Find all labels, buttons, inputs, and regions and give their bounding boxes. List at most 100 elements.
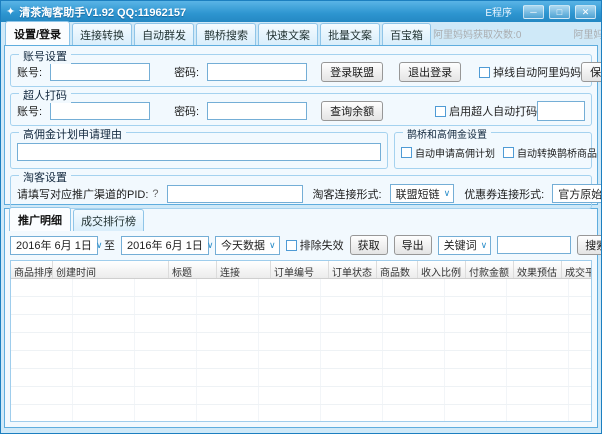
auto-apply-commission-label: 自动申请高佣计划 [415,145,495,160]
promotion-detail-table: 商品排序 创建时间 标题 连接 订单编号 订单状态 商品数 收入比例 付款金额 … [10,260,592,422]
captcha-username-label: 账号: [17,103,42,119]
col-income-ratio[interactable]: 收入比例 [418,261,466,278]
col-order-id[interactable]: 订单编号 [271,261,329,278]
captcha-settings-legend: 超人打码 [19,87,71,103]
col-create-time[interactable]: 创建时间 [53,261,169,278]
auto-convert-bridge-label: 自动转换鹊桥商品 [517,145,597,160]
query-balance-button[interactable]: 查询余额 [321,101,383,121]
col-product-rank[interactable]: 商品排序 [11,261,53,278]
coupon-type-select[interactable]: 官方原始 ∨ [552,184,602,203]
pid-input[interactable] [167,185,303,203]
taoke-settings-legend: 淘客设置 [19,169,71,185]
date-preset-value: 今天数据 [221,237,265,253]
settings-page: 账号设置 账号: 密码: 登录联盟 退出登录 掉线自动阿里妈妈 保存全局配置 超… [4,45,598,205]
table-header: 商品排序 创建时间 标题 连接 订单编号 订单状态 商品数 收入比例 付款金额 … [11,261,591,279]
coupon-type-value: 官方原始 [558,186,602,202]
chevron-down-icon: ∨ [269,240,276,251]
tab-settings-login[interactable]: 设置/登录 [5,21,70,45]
captcha-password-label: 密码: [174,103,199,119]
tab-auto-group-send[interactable]: 自动群发 [134,23,194,45]
date-from-value: 2016年 6月 1日 [16,237,92,253]
date-range-join-label: 至 [104,237,115,253]
main-tabstrip: 设置/登录 连接转换 自动群发 鹊桥搜索 快速文案 批量文案 百宝箱 阿里妈妈获… [1,22,601,45]
account-settings-group: 账号设置 账号: 密码: 登录联盟 退出登录 掉线自动阿里妈妈 保存全局配置 [10,54,592,87]
auto-convert-bridge-option: 自动转换鹊桥商品 [503,145,597,160]
save-global-config-button[interactable]: 保存全局配置 [581,62,602,82]
keyword-type-value: 关键词 [444,237,477,253]
detail-toolbar: 2016年 6月 1日 ∨ 至 2016年 6月 1日 ∨ 今天数据 ∨ 排除失… [5,231,597,258]
offline-auto-alimama-label: 掉线自动阿里妈妈 [493,64,581,80]
taoke-settings-group: 淘客设置 请填写对应推广渠道的PID: ? 淘客连接形式: 联盟短链 ∨ 优惠券… [10,175,592,209]
date-preset-select[interactable]: 今天数据 ∨ [215,236,280,255]
alimama-fetch-count: 阿里妈妈获取次数:0 [433,26,521,41]
minimize-button[interactable]: ─ [523,5,544,19]
date-to-picker[interactable]: 2016年 6月 1日 ∨ [121,236,209,255]
enable-auto-captcha-label: 启用超人自动打码 [449,103,537,119]
col-order-status[interactable]: 订单状态 [329,261,377,278]
tab-link-convert[interactable]: 连接转换 [72,23,132,45]
bridge-settings-group: 鹊桥和高佣金设置 自动申请高佣计划 自动转换鹊桥商品 [394,132,592,169]
main-program-label[interactable]: E程序 [485,4,512,19]
logout-button[interactable]: 退出登录 [399,62,461,82]
chevron-down-icon: ∨ [481,240,488,251]
col-deal-platform[interactable]: 成交平台 [562,261,591,278]
balance-display [537,101,585,121]
offline-auto-alimama-checkbox[interactable] [479,67,490,78]
commission-reason-input[interactable] [17,143,381,161]
account-username-label: 账号: [17,64,42,80]
tab-batch-copy[interactable]: 批量文案 [320,23,380,45]
col-payment-amount[interactable]: 付款金额 [466,261,514,278]
tab-promotion-detail[interactable]: 推广明细 [9,207,71,231]
app-icon: ✦ [6,5,15,18]
col-title[interactable]: 标题 [169,261,217,278]
app-window: ✦ 清茶淘客助手V1.92 QQ:11962157 E程序 ─ □ ✕ 设置/登… [0,0,602,434]
commission-reason-legend: 高佣金计划申请理由 [19,126,126,142]
titlebar[interactable]: ✦ 清茶淘客助手V1.92 QQ:11962157 E程序 ─ □ ✕ [1,1,601,22]
pid-label: 请填写对应推广渠道的PID: [17,186,148,202]
col-item-count[interactable]: 商品数 [377,261,418,278]
maximize-button[interactable]: □ [549,5,570,19]
commission-reason-group: 高佣金计划申请理由 [10,132,388,169]
captcha-username-input[interactable] [50,102,150,120]
date-to-value: 2016年 6月 1日 [127,237,203,253]
account-password-label: 密码: [174,64,199,80]
date-from-picker[interactable]: 2016年 6月 1日 ∨ [10,236,98,255]
link-type-label: 淘客连接形式: [313,186,382,202]
link-type-select[interactable]: 联盟短链 ∨ [390,184,455,203]
chevron-down-icon: ∨ [207,240,214,251]
detail-panel: 推广明细 成交排行榜 2016年 6月 1日 ∨ 至 2016年 6月 1日 ∨… [4,208,598,428]
tab-deal-ranking[interactable]: 成交排行榜 [73,209,144,231]
window-title: 清茶淘客助手V1.92 QQ:11962157 [19,4,186,20]
offline-auto-alimama-option: 掉线自动阿里妈妈 [479,64,581,80]
pid-help-icon[interactable]: ? [152,188,158,200]
alimama-login-state: 阿里妈妈状态:未登录 [573,26,602,41]
close-button[interactable]: ✕ [575,5,596,19]
keyword-input[interactable] [497,236,571,254]
auto-apply-commission-checkbox[interactable] [401,147,412,158]
account-settings-legend: 账号设置 [19,48,71,64]
tab-toolbox[interactable]: 百宝箱 [382,23,431,45]
keyword-type-select[interactable]: 关键词 ∨ [438,236,492,255]
exclude-invalid-checkbox[interactable] [286,240,297,251]
bridge-settings-legend: 鹊桥和高佣金设置 [403,126,491,141]
col-effect-estimate[interactable]: 效果预估 [514,261,562,278]
chevron-down-icon: ∨ [444,188,451,199]
account-username-input[interactable] [50,63,150,81]
enable-auto-captcha-option: 启用超人自动打码 [435,103,537,119]
exclude-invalid-option: 排除失效 [286,237,344,253]
chevron-down-icon: ∨ [96,240,103,251]
captcha-password-input[interactable] [207,102,307,120]
login-union-button[interactable]: 登录联盟 [321,62,383,82]
detail-tabstrip: 推广明细 成交排行榜 [5,209,597,231]
captcha-settings-group: 超人打码 账号: 密码: 查询余额 启用超人自动打码 [10,93,592,126]
export-button[interactable]: 导出 [394,235,432,255]
col-link[interactable]: 连接 [217,261,271,278]
auto-convert-bridge-checkbox[interactable] [503,147,514,158]
enable-auto-captcha-checkbox[interactable] [435,106,446,117]
fetch-button[interactable]: 获取 [350,235,388,255]
tab-queqiao-search[interactable]: 鹊桥搜索 [196,23,256,45]
account-password-input[interactable] [207,63,307,81]
table-body-empty [11,279,591,421]
tab-quick-copy[interactable]: 快速文案 [258,23,318,45]
search-button[interactable]: 搜索 [577,235,602,255]
